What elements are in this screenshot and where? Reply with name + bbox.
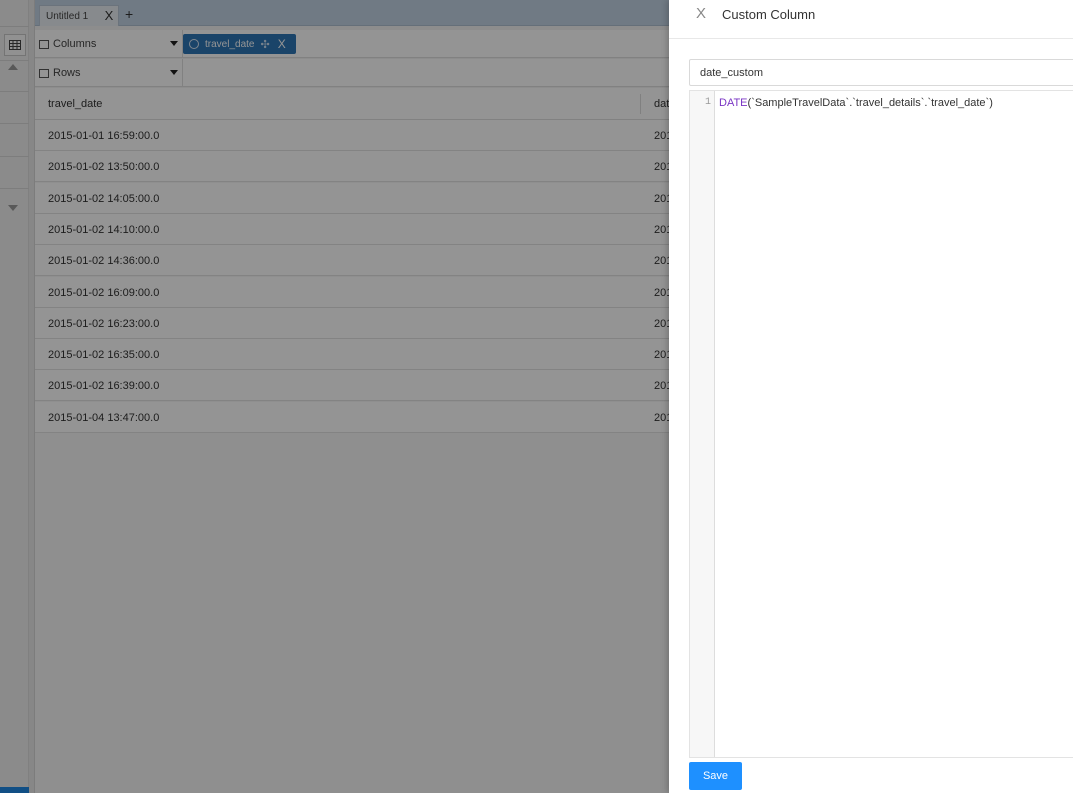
code-line[interactable]: DATE(`SampleTravelData`.`travel_details`…: [719, 97, 993, 109]
close-icon[interactable]: X: [694, 6, 708, 21]
code-function-keyword: DATE: [719, 97, 748, 109]
save-button[interactable]: Save: [689, 762, 742, 790]
editor-gutter: 1: [690, 91, 715, 757]
drawer-title: Custom Column: [722, 7, 816, 22]
drawer-header: X Custom Column: [669, 0, 1073, 39]
expression-editor[interactable]: 1 DATE(`SampleTravelData`.`travel_detail…: [689, 90, 1073, 758]
line-number: 1: [704, 97, 711, 108]
column-name-input[interactable]: [689, 59, 1073, 86]
code-arguments: (`SampleTravelData`.`travel_details`.`tr…: [747, 97, 993, 109]
custom-column-drawer: X Custom Column 1 DATE(`SampleTravelData…: [669, 0, 1073, 793]
